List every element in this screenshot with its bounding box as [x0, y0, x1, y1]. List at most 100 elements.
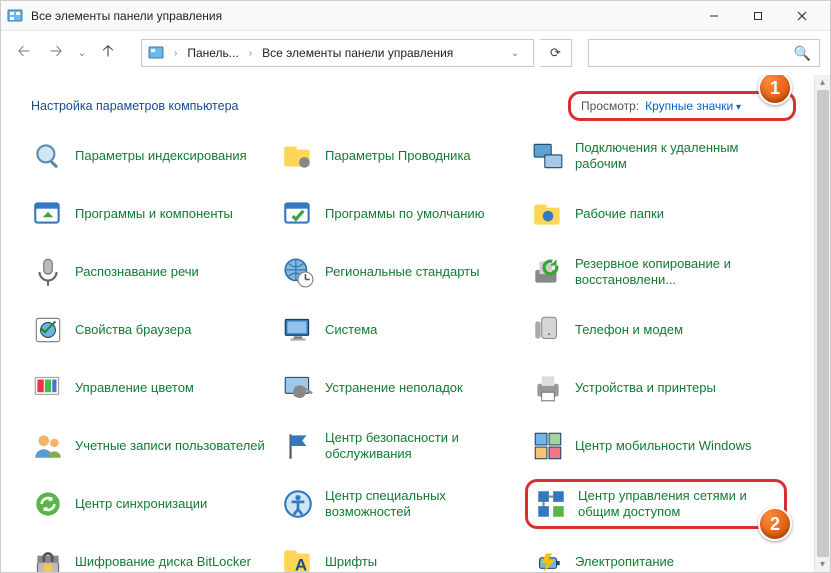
bitlocker-icon — [31, 545, 65, 572]
window-buttons — [692, 2, 824, 30]
color-icon — [31, 371, 65, 405]
control-panel-item[interactable]: Свойства браузера — [31, 307, 281, 353]
control-panel-icon — [7, 8, 23, 24]
control-panel-item[interactable]: Центр безопасности и обслуживания — [281, 423, 531, 469]
mobility-icon — [531, 429, 565, 463]
search-icon — [31, 139, 65, 173]
control-panel-item[interactable]: Центр мобильности Windows — [531, 423, 781, 469]
maximize-button[interactable] — [736, 2, 780, 30]
control-panel-item[interactable]: Центр специальных возможностей — [281, 481, 531, 527]
breadcrumb-part[interactable]: Все элементы панели управления — [262, 46, 453, 60]
item-label: Программы и компоненты — [75, 206, 233, 222]
scroll-up-icon[interactable]: ▴ — [820, 77, 825, 88]
item-label: Центр безопасности и обслуживания — [325, 430, 531, 461]
font-icon: A — [281, 545, 315, 572]
nav-back-button[interactable]: 🡠 — [11, 40, 37, 66]
item-label: Центр специальных возможностей — [325, 488, 531, 519]
item-label: Электропитание — [575, 554, 674, 570]
scroll-down-icon[interactable]: ▾ — [820, 559, 825, 570]
programs-icon — [31, 197, 65, 231]
chevron-right-icon: › — [170, 48, 181, 59]
control-panel-item[interactable]: Подключения к удаленным рабочим — [531, 133, 781, 179]
item-label: Программы по умолчанию — [325, 206, 484, 222]
control-panel-item[interactable]: Шифрование диска BitLocker — [31, 539, 281, 572]
search-icon: 🔍 — [794, 45, 811, 62]
control-panel-item[interactable]: Учетные записи пользователей — [31, 423, 281, 469]
control-panel-item[interactable]: A Шрифты — [281, 539, 531, 572]
control-panel-item[interactable]: Телефон и модем — [531, 307, 781, 353]
scroll-thumb[interactable] — [817, 90, 829, 557]
refresh-button[interactable]: ⟳ — [540, 39, 572, 67]
item-label: Устранение неполадок — [325, 380, 463, 396]
annotation-badge-2: 2 — [758, 507, 792, 541]
control-panel-item[interactable]: Устройства и принтеры — [531, 365, 781, 411]
view-dropdown[interactable]: Крупные значки — [645, 99, 741, 113]
backup-icon — [531, 255, 565, 289]
content-area: Настройка параметров компьютера Просмотр… — [1, 75, 830, 572]
control-panel-item[interactable]: Программы и компоненты — [31, 191, 281, 237]
access-icon — [281, 487, 315, 521]
close-button[interactable] — [780, 2, 824, 30]
item-label: Система — [325, 322, 377, 338]
control-panel-item[interactable]: Устранение неполадок — [281, 365, 531, 411]
mic-icon — [31, 255, 65, 289]
nav-recent-dropdown[interactable]: ⌄ — [75, 40, 89, 66]
nav-up-button[interactable]: 🡡 — [95, 40, 121, 66]
titlebar: Все элементы панели управления — [1, 1, 830, 31]
item-label: Шифрование диска BitLocker — [75, 554, 251, 570]
sync-icon — [31, 487, 65, 521]
control-panel-item[interactable]: Управление цветом — [31, 365, 281, 411]
item-label: Телефон и модем — [575, 322, 683, 338]
item-label: Региональные стандарты — [325, 264, 479, 280]
item-label: Распознавание речи — [75, 264, 199, 280]
control-panel-icon — [148, 45, 164, 61]
item-label: Рабочие папки — [575, 206, 664, 222]
network-icon — [534, 487, 568, 521]
printer-icon — [531, 371, 565, 405]
system-icon — [281, 313, 315, 347]
control-panel-item[interactable]: Резервное копирование и восстановлени... — [531, 249, 781, 295]
control-panel-item[interactable]: Программы по умолчанию — [281, 191, 531, 237]
control-panel-item[interactable]: Электропитание — [531, 539, 781, 572]
item-label: Подключения к удаленным рабочим — [575, 140, 781, 171]
browser-icon — [31, 313, 65, 347]
address-bar[interactable]: › Панель... › Все элементы панели управл… — [141, 39, 534, 67]
window: Все элементы панели управления 🡠 🡢 ⌄ 🡡 ›… — [0, 0, 831, 573]
search-input[interactable]: 🔍 — [588, 39, 820, 67]
item-label: Резервное копирование и восстановлени... — [575, 256, 781, 287]
item-label: Центр управления сетями и общим доступом — [578, 488, 778, 519]
folder-gear-icon — [281, 139, 315, 173]
control-panel-item[interactable]: Региональные стандарты — [281, 249, 531, 295]
flag-icon — [281, 429, 315, 463]
users-icon — [31, 429, 65, 463]
remote-icon — [531, 139, 565, 173]
navbar: 🡠 🡢 ⌄ 🡡 › Панель... › Все элементы панел… — [1, 31, 830, 75]
chevron-right-icon: › — [245, 48, 256, 59]
item-label: Управление цветом — [75, 380, 194, 396]
control-panel-item[interactable]: Распознавание речи — [31, 249, 281, 295]
control-panel-item[interactable]: Центр управления сетями и общим доступом — [525, 479, 787, 529]
item-label: Центр синхронизации — [75, 496, 207, 512]
scrollbar[interactable]: ▴ ▾ — [814, 75, 830, 572]
item-label: Свойства браузера — [75, 322, 191, 338]
item-label: Учетные записи пользователей — [75, 438, 265, 454]
item-label: Параметры индексирования — [75, 148, 247, 164]
address-dropdown-icon[interactable]: ⌄ — [503, 48, 527, 59]
control-panel-item[interactable]: Центр синхронизации — [31, 481, 281, 527]
minimize-button[interactable] — [692, 2, 736, 30]
power-icon — [531, 545, 565, 572]
control-panel-item[interactable]: Рабочие папки — [531, 191, 781, 237]
view-label: Просмотр: — [581, 99, 639, 113]
control-panel-item[interactable]: Система — [281, 307, 531, 353]
item-label: Центр мобильности Windows — [575, 438, 752, 454]
control-panel-item[interactable]: Параметры Проводника — [281, 133, 531, 179]
control-panel-item[interactable]: Параметры индексирования — [31, 133, 281, 179]
troubleshoot-icon — [281, 371, 315, 405]
svg-text:A: A — [295, 556, 307, 573]
item-label: Шрифты — [325, 554, 377, 570]
breadcrumb-part[interactable]: Панель... — [187, 46, 238, 60]
work-folder-icon — [531, 197, 565, 231]
globe-clock-icon — [281, 255, 315, 289]
nav-forward-button[interactable]: 🡢 — [43, 40, 69, 66]
default-prog-icon — [281, 197, 315, 231]
